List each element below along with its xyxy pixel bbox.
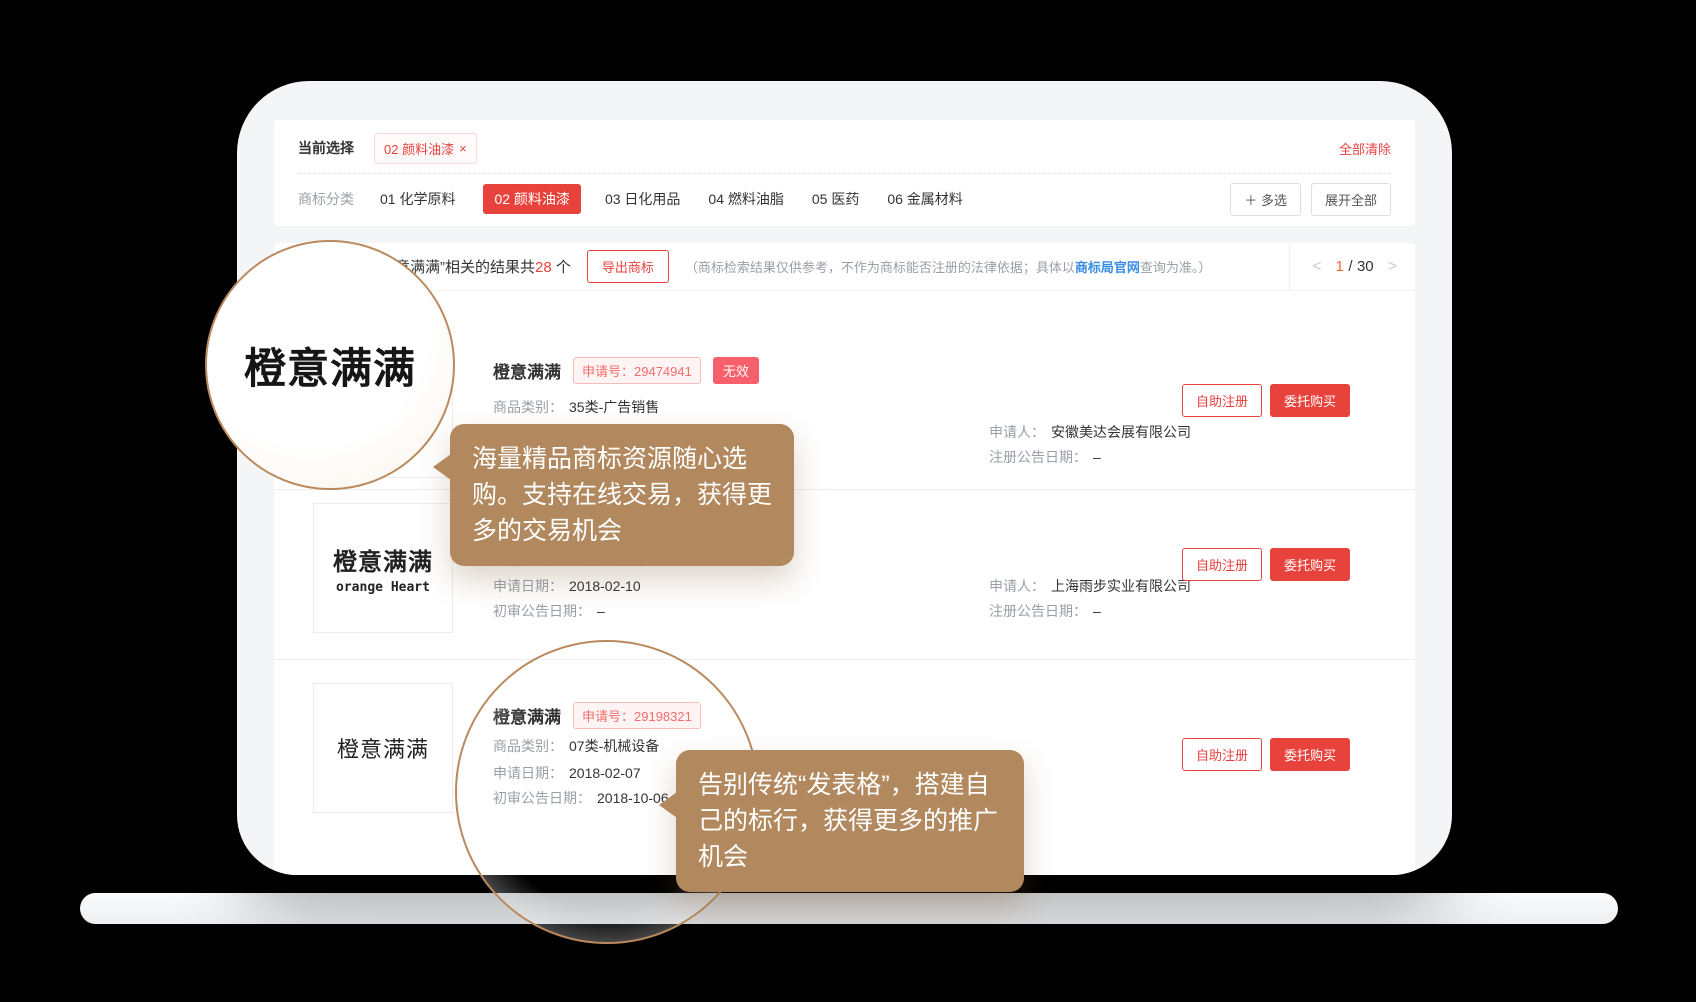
field-register-notice-date: 注册公告日期：– (989, 601, 1101, 621)
summary-suffix: 个 (552, 259, 571, 276)
trademark-office-link[interactable]: 商标局官网 (1075, 260, 1140, 275)
field-value: 2018-02-10 (569, 578, 641, 594)
row-actions: 自助注册 委托购买 (1182, 384, 1350, 417)
magnified-trademark-text: 橙意满满 (244, 335, 416, 396)
field-applicant: 申请人： 安徽美达会展有限公司 (989, 422, 1191, 442)
application-number-label: 申请号： (582, 364, 634, 379)
field-apply-date: 申请日期：2018-02-10申请人：上海雨步实业有限公司 (493, 576, 641, 596)
expand-all-button[interactable]: 展开全部 (1311, 183, 1391, 216)
remove-filter-icon[interactable]: × (459, 141, 467, 156)
application-number-tag: 申请号：29474941 (573, 357, 701, 384)
tooltip-text: 海量精品商标资源随心选购。支持在线交易，获得更多的交易机会 (472, 445, 772, 545)
tooltip-arrow-left-icon (433, 454, 451, 480)
field-value: – (1093, 603, 1101, 619)
status-badge-invalid: 无效 (713, 357, 759, 384)
next-page-icon[interactable]: > (1388, 258, 1397, 276)
current-page: 1 (1336, 258, 1344, 275)
disclaimer-text: （商标检索结果仅供参考，不作为商标能否注册的法律依据；具体以商标局官网查询为准。… (685, 257, 1212, 276)
field-value: – (597, 603, 605, 619)
selected-filter-tag[interactable]: 02 颜料油漆 × (374, 133, 477, 164)
row-actions: 自助注册 委托购买 (1182, 738, 1350, 771)
prev-page-icon[interactable]: < (1312, 258, 1321, 276)
field-first-notice-date: 初审公告日期：–注册公告日期：– (493, 601, 605, 621)
row-title-line: 橙意满满 申请号：29474941 无效 (493, 357, 759, 384)
tooltip-arrow-left-icon (659, 792, 677, 818)
trademark-image-text: 橙意满满 (337, 732, 429, 764)
field-register-notice-date: 注册公告日期：– (989, 447, 1101, 467)
trademark-name[interactable]: 橙意满满 (493, 358, 561, 383)
total-pages: 30 (1357, 258, 1374, 275)
field-label: 申请人： (989, 578, 1045, 594)
application-number-value: 29474941 (634, 364, 692, 379)
multi-select-button[interactable]: ＋ 多选 (1230, 183, 1301, 216)
trademark-image-subtext: orange Heart (336, 580, 430, 595)
entrust-buy-button[interactable]: 委托购买 (1270, 384, 1350, 417)
device-base-bar (80, 893, 1618, 924)
row-actions: 自助注册 委托购买 (1182, 548, 1350, 581)
self-register-button[interactable]: 自助注册 (1182, 738, 1262, 771)
results-count: 28 (535, 259, 552, 276)
category-item-01[interactable]: 01 化学原料 (380, 189, 455, 209)
category-item-02-selected[interactable]: 02 颜料油漆 (483, 184, 580, 214)
field-applicant: 申请人： 上海雨步实业有限公司 (989, 576, 1191, 596)
tooltip-text: 告别传统“发表格”，搭建自己的标行，获得更多的推广机会 (698, 771, 998, 871)
disclaimer-suffix: 查询为准。） (1140, 260, 1212, 275)
tooltip-trade-resources: 海量精品商标资源随心选购。支持在线交易，获得更多的交易机会 (450, 424, 794, 566)
trademark-image-3[interactable]: 橙意满满 (313, 683, 453, 813)
field-value: 上海雨步实业有限公司 (1051, 578, 1191, 594)
result-row-2: 橙意满满 orange Heart 橙意满满 申请号：29482153 已注册 … (274, 490, 1415, 660)
current-selection-row: 当前选择 02 颜料油漆 × 全部清除 (298, 130, 1391, 166)
category-item-05[interactable]: 05 医药 (812, 189, 859, 209)
entrust-buy-button[interactable]: 委托购买 (1270, 548, 1350, 581)
current-selection-label: 当前选择 (298, 138, 354, 158)
trademark-image-2[interactable]: 橙意满满 orange Heart (313, 503, 453, 633)
category-item-04[interactable]: 04 燃料油脂 (708, 189, 783, 209)
field-value: – (1093, 449, 1101, 465)
entrust-buy-button[interactable]: 委托购买 (1270, 738, 1350, 771)
category-row-label: 商标分类 (298, 189, 354, 209)
magnifier-circle-trademark: 橙意满满 (205, 240, 455, 490)
field-value: 安徽美达会展有限公司 (1051, 424, 1191, 440)
clear-all-button[interactable]: 全部清除 (1339, 139, 1391, 158)
trademark-image-text: 橙意满满 (333, 542, 433, 577)
self-register-button[interactable]: 自助注册 (1182, 384, 1262, 417)
disclaimer-prefix: （商标检索结果仅供参考，不作为商标能否注册的法律依据；具体以 (685, 260, 1075, 275)
page-separator: / (1348, 258, 1352, 275)
self-register-button[interactable]: 自助注册 (1182, 548, 1262, 581)
category-item-06[interactable]: 06 金属材料 (887, 189, 962, 209)
category-item-03[interactable]: 03 日化用品 (605, 189, 680, 209)
field-label: 注册公告日期： (989, 449, 1087, 465)
field-label: 初审公告日期： (493, 603, 591, 619)
filter-panel: 当前选择 02 颜料油漆 × 全部清除 商标分类 01 化学原料 02 颜料油漆… (274, 120, 1415, 226)
selected-filter-tag-label: 02 颜料油漆 (384, 139, 454, 158)
field-label: 申请人： (989, 424, 1045, 440)
tooltip-promotion: 告别传统“发表格”，搭建自己的标行，获得更多的推广机会 (676, 750, 1024, 892)
pagination: < 1 / 30 > (1289, 243, 1415, 291)
stage: 当前选择 02 颜料油漆 × 全部清除 商标分类 01 化学原料 02 颜料油漆… (0, 0, 1696, 1002)
page-indicator: 1 / 30 (1336, 258, 1374, 276)
results-header: 为您检索到“橙意满满”相关的结果共28 个 导出商标 （商标检索结果仅供参考，不… (274, 243, 1415, 291)
field-label: 商品类别： (493, 399, 563, 415)
filter-divider (298, 173, 1391, 174)
export-trademarks-button[interactable]: 导出商标 (587, 250, 669, 283)
field-category: 商品类别： 35类-广告销售 (493, 397, 659, 417)
field-label: 注册公告日期： (989, 603, 1087, 619)
category-row: 商标分类 01 化学原料 02 颜料油漆 03 日化用品 04 燃料油脂 05 … (298, 182, 1391, 216)
field-value: 35类-广告销售 (569, 399, 659, 415)
field-label: 申请日期： (493, 578, 563, 594)
